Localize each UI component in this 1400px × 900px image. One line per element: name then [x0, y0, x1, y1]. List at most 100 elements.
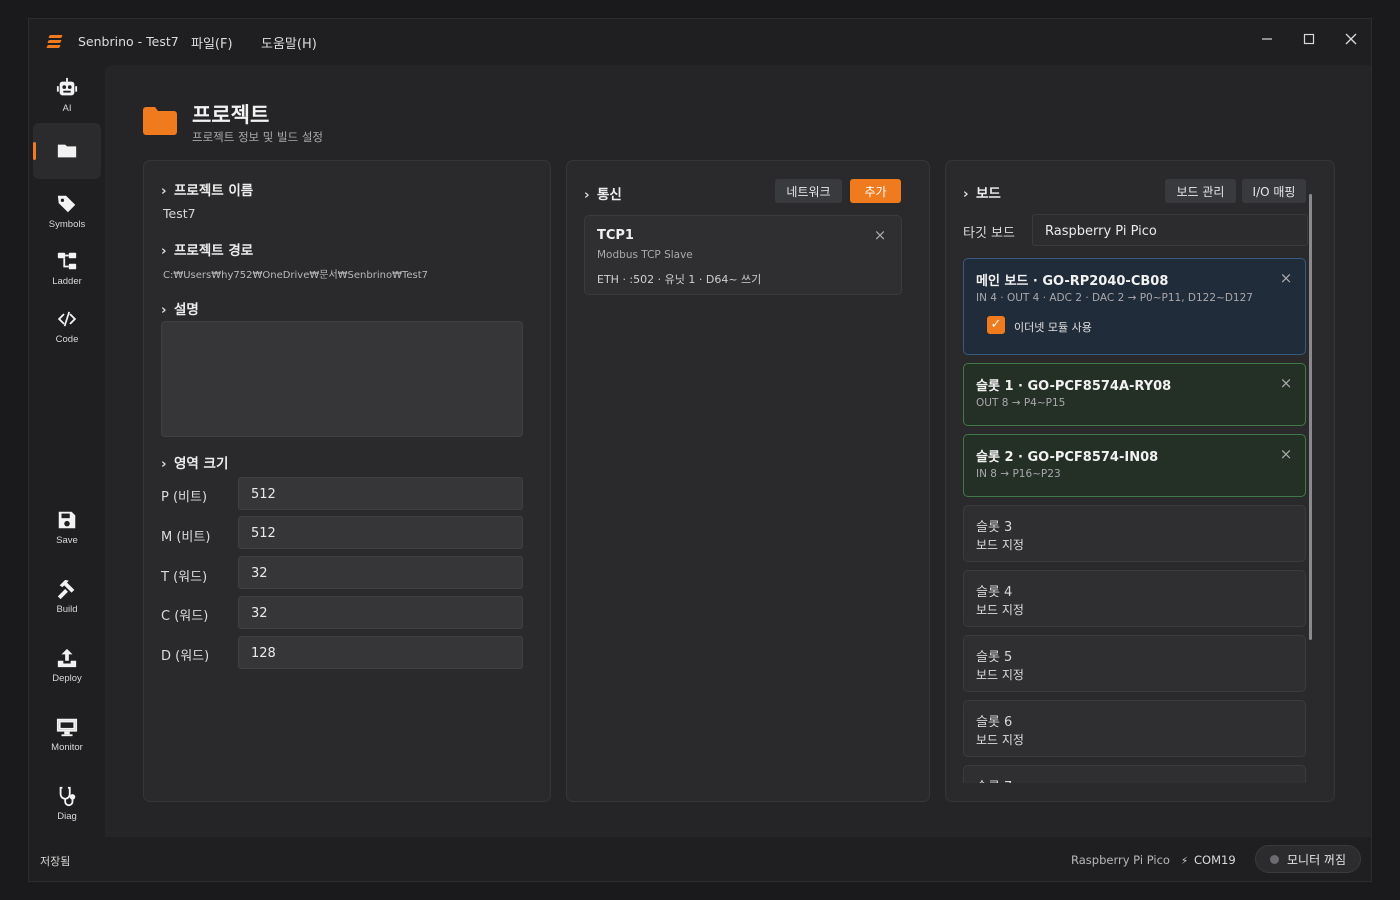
page-title: 프로젝트 [192, 103, 270, 127]
slot-title: 슬롯 2 · GO-PCF8574-IN08 [976, 450, 1159, 465]
area-field-m[interactable]: 512 [238, 516, 523, 549]
page-subtitle: 프로젝트 정보 및 빌드 설정 [192, 130, 324, 144]
slot-assign-link[interactable]: 보드 지정 [976, 731, 1024, 748]
close-icon[interactable]: × [873, 228, 887, 243]
plug-icon: ⚡ [1181, 856, 1189, 867]
slot-title: 슬롯 6 [976, 715, 1013, 730]
save-status: 저장됨 [40, 855, 71, 868]
section-communication[interactable]: › 통신 [584, 183, 622, 203]
chevron-right-icon: › [161, 243, 167, 259]
monitor-icon [56, 718, 78, 736]
close-icon[interactable]: × [1279, 376, 1293, 391]
close-icon[interactable] [1331, 25, 1371, 53]
slot-title: 슬롯 4 [976, 585, 1013, 600]
area-label-p: P (비트) [161, 490, 208, 505]
sidebar-item-save[interactable]: Save [33, 499, 101, 555]
sidebar-item-label: Monitor [51, 741, 83, 753]
sidebar-item-label: Deploy [52, 672, 82, 684]
slot-assign-link[interactable]: 보드 지정 [976, 601, 1024, 618]
menu-file[interactable]: 파일(F) [191, 33, 233, 52]
slot-title: 슬롯 5 [976, 650, 1013, 665]
main-board-detail: IN 4 · OUT 4 · ADC 2 · DAC 2 → P0~P11, D… [976, 292, 1253, 304]
section-project-name[interactable]: › 프로젝트 이름 [161, 179, 253, 199]
diagram-icon [57, 252, 77, 269]
close-icon[interactable]: × [1279, 447, 1293, 462]
sidebar-item-label: Diag [57, 810, 77, 822]
slot-detail: IN 8 → P16~P23 [976, 468, 1061, 480]
stethoscope-icon [59, 786, 76, 806]
area-field-c[interactable]: 32 [238, 596, 523, 629]
sidebar-item-label: Symbols [48, 218, 86, 230]
area-label-m: M (비트) [161, 530, 211, 545]
sidebar-item-label: AI [62, 102, 72, 114]
area-field-d[interactable]: 128 [238, 636, 523, 669]
upload-icon [57, 648, 77, 667]
sidebar-item-monitor[interactable]: Monitor [33, 706, 101, 762]
status-dot-icon [1270, 854, 1279, 864]
board-manage-button[interactable]: 보드 관리 [1165, 179, 1236, 203]
board-scrollbar[interactable] [1309, 194, 1312, 640]
main-board-card[interactable]: 메인 보드 · GO-RP2040-CB08 IN 4 · OUT 4 · AD… [963, 258, 1306, 355]
slot-card-1[interactable]: 슬롯 1 · GO-PCF8574A-RY08 OUT 8 → P4~P15 × [963, 363, 1306, 426]
sidebar-item-label: Ladder [52, 275, 82, 287]
status-port[interactable]: ⚡ COM19 [1181, 853, 1236, 867]
comm-card-type: Modbus TCP Slave [597, 249, 693, 261]
sidebar-item-diag[interactable]: Diag [33, 775, 101, 831]
section-board[interactable]: › 보드 [963, 182, 1001, 202]
monitor-toggle[interactable]: 모니터 꺼짐 [1255, 845, 1361, 873]
board-panel: › 보드 보드 관리 I/O 매핑 타깃 보드 Raspberry Pi Pico… [945, 160, 1335, 802]
sidebar-item-symbols[interactable]: Symbols [33, 183, 101, 239]
slot-assign-link[interactable]: 보드 지정 [976, 536, 1024, 553]
minimize-icon[interactable] [1247, 25, 1287, 53]
slot-card-4[interactable]: 슬롯 4 보드 지정 [963, 570, 1306, 627]
title-bar: Senbrino - Test7 파일(F) 도움말(H) [29, 19, 1371, 65]
slot-card-5[interactable]: 슬롯 5 보드 지정 [963, 635, 1306, 692]
save-icon [58, 511, 76, 528]
panel-fade [946, 783, 1334, 801]
add-comm-button[interactable]: 추가 [850, 179, 901, 203]
network-button[interactable]: 네트워크 [775, 179, 842, 203]
slot-card-3[interactable]: 슬롯 3 보드 지정 [963, 505, 1306, 562]
sidebar-item-label: Code [55, 333, 79, 345]
code-icon [57, 311, 77, 326]
section-description[interactable]: › 설명 [161, 298, 199, 318]
description-textarea[interactable] [161, 321, 523, 437]
slot-card-6[interactable]: 슬롯 6 보드 지정 [963, 700, 1306, 757]
ethernet-checkbox-label: 이더넷 모듈 사용 [1014, 321, 1092, 334]
chevron-right-icon: › [584, 187, 590, 203]
area-label-c: C (워드) [161, 609, 209, 624]
section-area-size[interactable]: › 영역 크기 [161, 452, 228, 472]
target-board-select[interactable]: Raspberry Pi Pico [1032, 214, 1308, 246]
menu-help[interactable]: 도움말(H) [261, 33, 317, 52]
slot-assign-link[interactable]: 보드 지정 [976, 666, 1024, 683]
comm-card-detail: ETH · :502 · 유닛 1 · D64~ 쓰기 [597, 273, 762, 286]
chevron-right-icon: › [161, 456, 167, 472]
comm-card[interactable]: TCP1 Modbus TCP Slave ETH · :502 · 유닛 1 … [584, 215, 902, 295]
maximize-icon[interactable] [1289, 25, 1329, 53]
sidebar-item-ai[interactable]: AI [33, 67, 101, 123]
sidebar-item-label: Build [56, 603, 78, 615]
folder-icon [57, 144, 77, 158]
sidebar-item-build[interactable]: Build [33, 568, 101, 624]
target-board-label: 타깃 보드 [963, 226, 1015, 241]
section-project-path[interactable]: › 프로젝트 경로 [161, 239, 253, 259]
robot-icon [56, 77, 78, 95]
comm-panel: › 통신 네트워크 추가 TCP1 Modbus TCP Slave ETH · … [566, 160, 930, 802]
area-label-d: D (워드) [161, 649, 210, 664]
sidebar-item-project[interactable] [33, 123, 101, 179]
comm-card-title: TCP1 [597, 228, 634, 243]
area-field-p[interactable]: 512 [238, 477, 523, 510]
chevron-right-icon: › [161, 302, 167, 318]
status-board: Raspberry Pi Pico [1071, 853, 1170, 867]
sidebar-item-code[interactable]: Code [33, 298, 101, 354]
main-board-title: 메인 보드 · GO-RP2040-CB08 [976, 274, 1169, 289]
sidebar-item-deploy[interactable]: Deploy [33, 637, 101, 693]
app-window: Senbrino - Test7 파일(F) 도움말(H) AI Symbols… [28, 18, 1372, 882]
sidebar-item-ladder[interactable]: Ladder [33, 240, 101, 296]
area-field-t[interactable]: 32 [238, 556, 523, 589]
ethernet-checkbox[interactable]: ✓ [987, 316, 1005, 334]
slot-card-2[interactable]: 슬롯 2 · GO-PCF8574-IN08 IN 8 → P16~P23 × [963, 434, 1306, 497]
close-icon[interactable]: × [1279, 271, 1293, 286]
project-name-value: Test7 [163, 206, 196, 221]
io-mapping-button[interactable]: I/O 매핑 [1242, 179, 1306, 203]
